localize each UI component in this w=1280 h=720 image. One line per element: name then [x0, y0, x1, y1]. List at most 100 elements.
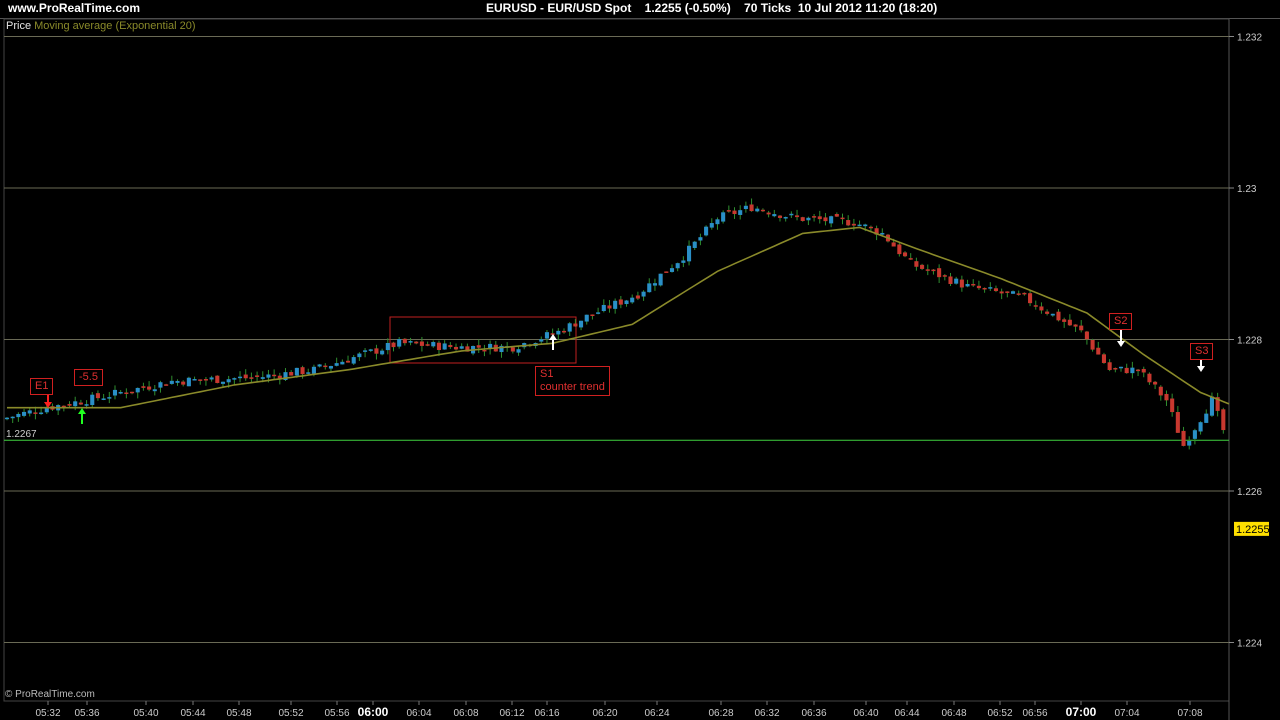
candle-body: [419, 341, 424, 346]
x-tick-label: 06:28: [708, 708, 733, 719]
price-chart[interactable]: 1.224 1.226 1.228 1.23 1.232 05:32 05:36 05:40 0…: [0, 0, 1280, 720]
x-tick-label: 05:48: [226, 708, 251, 719]
x-tick-label: 06:44: [894, 708, 919, 719]
candle-body: [817, 216, 822, 220]
candle-body: [1090, 339, 1095, 350]
candle-body: [380, 350, 385, 355]
candle-body: [635, 295, 640, 299]
y-tick-label: 1.226: [1237, 487, 1262, 498]
candle-body: [1016, 293, 1021, 295]
candle-body: [902, 252, 908, 257]
annotation-label: S3: [1195, 345, 1209, 357]
candle-body: [101, 398, 106, 400]
candle-body: [294, 367, 299, 376]
candle-body: [215, 375, 220, 383]
candle-body: [1039, 306, 1044, 311]
candle-body: [692, 241, 697, 248]
candle-body: [1033, 305, 1038, 307]
candle-body: [1175, 412, 1180, 433]
candle-body: [243, 374, 248, 379]
candle-body: [220, 381, 226, 384]
candle-body: [1170, 398, 1175, 413]
candle-body: [317, 364, 322, 367]
candle-body: [249, 377, 254, 379]
candle-body: [658, 273, 663, 286]
candle-body: [22, 411, 27, 416]
candle-body: [300, 367, 305, 375]
annotation-label: S1: [540, 368, 554, 380]
candle-body: [1181, 430, 1186, 446]
candle-body: [1221, 409, 1226, 431]
candle-body: [16, 413, 21, 418]
x-tick-label: 06:00: [358, 705, 389, 719]
candle-body: [851, 223, 856, 226]
candle-body: [567, 323, 572, 332]
legend-price: Price: [6, 20, 32, 32]
candle-body: [1067, 319, 1072, 326]
candle-body: [4, 417, 10, 420]
y-tick-label: 1.232: [1237, 33, 1262, 44]
candle-body: [1113, 368, 1118, 370]
candle-body: [1045, 311, 1050, 314]
candle-body: [539, 339, 544, 342]
candle-body: [891, 242, 896, 247]
candle-body: [777, 215, 783, 218]
candle-body: [1079, 325, 1084, 331]
annotation-s1: S1 counter trend: [535, 366, 610, 396]
candle-body: [1096, 347, 1101, 355]
candle-body: [573, 323, 578, 327]
annotation-e1: E1: [30, 378, 54, 395]
candle-body: [561, 330, 567, 333]
chart-legend: Price Moving average (Exponential 20): [6, 20, 196, 32]
candle-body: [209, 377, 214, 380]
candle-body: [823, 217, 828, 222]
candle-body: [743, 205, 748, 210]
candle-body: [897, 244, 902, 255]
candle-body: [289, 372, 294, 376]
candle-body: [1124, 367, 1129, 374]
candle-body: [959, 279, 964, 288]
candle-body: [323, 365, 328, 368]
candle-body: [340, 361, 345, 365]
candle-body: [118, 392, 123, 394]
candle-body: [1050, 313, 1055, 316]
candle-body: [158, 382, 163, 388]
x-tick-label: 06:24: [644, 708, 669, 719]
candle-body: [721, 212, 726, 222]
candle-body: [1187, 440, 1192, 446]
candle-body: [732, 210, 737, 215]
candle-body: [544, 332, 549, 339]
candle-body: [755, 208, 760, 212]
x-tick-label: 05:52: [278, 708, 303, 719]
candle-body: [198, 379, 203, 381]
arrow-down-icon: [1117, 341, 1125, 347]
candle-body: [596, 312, 601, 314]
x-tick-label: 05:36: [74, 708, 99, 719]
candle-body: [1204, 413, 1209, 423]
candle-body: [675, 263, 680, 269]
candle-body: [1107, 362, 1112, 371]
candle-body: [226, 379, 231, 383]
candle-body: [152, 389, 157, 392]
candle-body: [39, 412, 44, 415]
candle-body: [1056, 311, 1061, 321]
candle-body: [67, 404, 72, 406]
candle-body: [10, 416, 15, 419]
candle-body: [141, 386, 146, 388]
candle-body: [1101, 354, 1106, 363]
candle-body: [425, 344, 430, 346]
candle-body: [641, 291, 646, 297]
candle-body: [385, 343, 390, 351]
candle-body: [914, 261, 919, 267]
candle-body: [1005, 291, 1010, 293]
candle-body: [652, 283, 657, 286]
candle-body: [800, 217, 805, 221]
arrow-up-icon: [549, 334, 557, 340]
support-label: 1.2267: [6, 429, 37, 440]
last-price-label: 1.2255: [1236, 524, 1270, 536]
candle-body: [459, 346, 464, 349]
annotation-55: -5.5: [74, 369, 103, 386]
candle-body: [607, 305, 612, 309]
candle-body: [1153, 381, 1158, 385]
candle-body: [999, 291, 1004, 294]
